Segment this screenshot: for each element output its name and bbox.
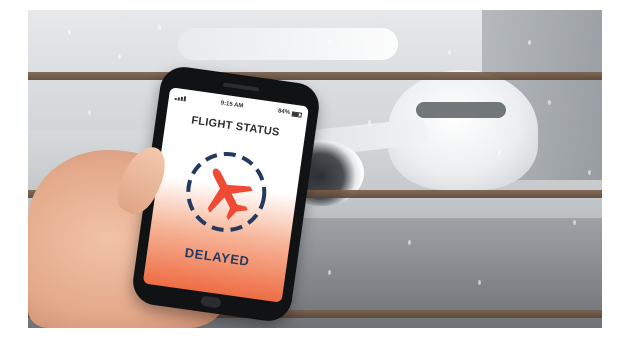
flight-status-label: DELAYED <box>183 244 251 269</box>
battery-icon <box>291 110 303 118</box>
signal-icon <box>174 94 187 101</box>
smartphone: 9:15 AM 84% FLIGHT STATUS DELAYED <box>130 64 322 324</box>
phone-screen: 9:15 AM 84% FLIGHT STATUS DELAYED <box>142 87 309 303</box>
airplane-icon <box>207 168 253 221</box>
phone-speaker <box>222 82 260 92</box>
status-time: 9:15 AM <box>220 100 244 110</box>
airplane-fuselage <box>178 28 398 60</box>
window-rail-top <box>28 72 602 80</box>
battery-indicator: 84% <box>277 108 303 118</box>
photo-scene: 9:15 AM 84% FLIGHT STATUS DELAYED <box>28 10 602 328</box>
airplane-cockpit-windows <box>416 102 506 118</box>
home-button[interactable] <box>200 295 222 309</box>
status-ring <box>186 152 267 233</box>
battery-percent: 84% <box>277 108 291 117</box>
